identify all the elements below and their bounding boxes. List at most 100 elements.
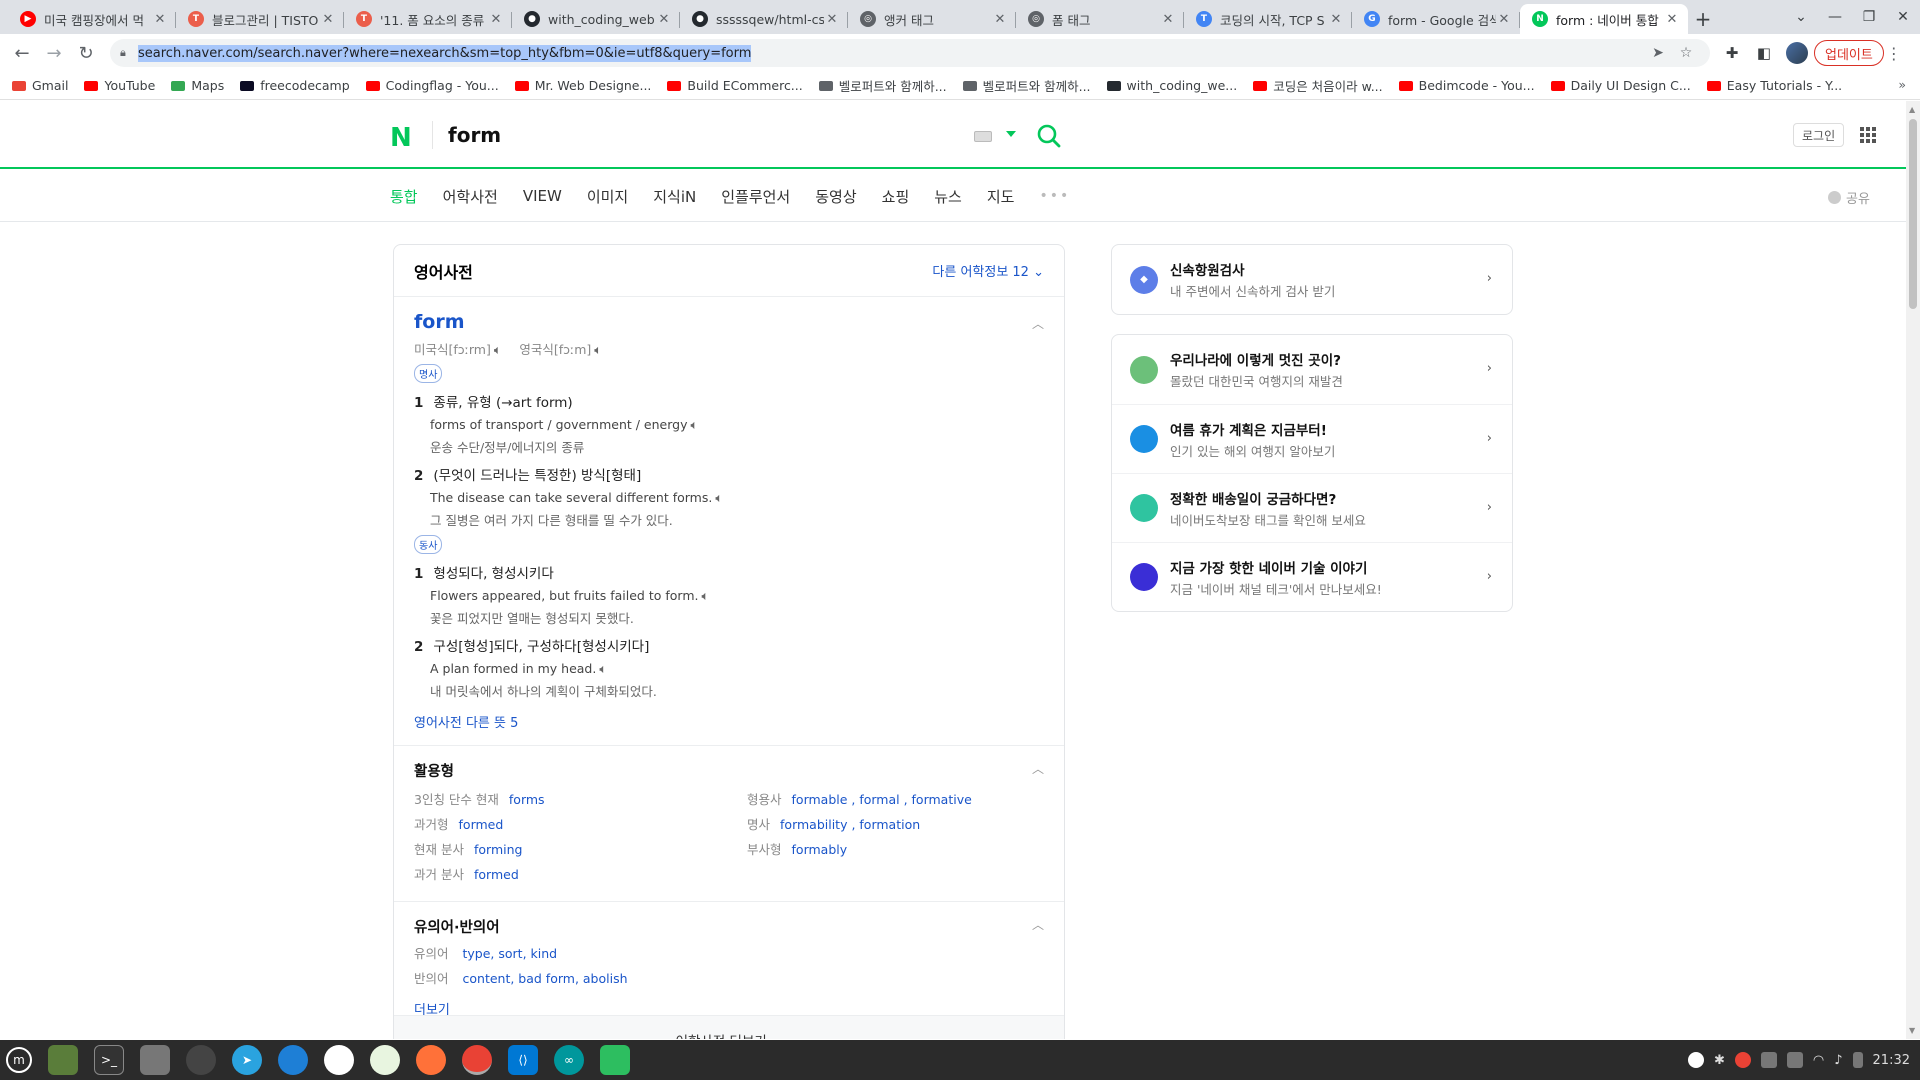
new-tab-icon[interactable]: +	[1688, 4, 1718, 34]
speaker-icon[interactable]: 🔈︎	[594, 342, 602, 358]
tab-close-icon[interactable]: ✕	[1160, 12, 1176, 27]
search-tab[interactable]: 이미지	[587, 186, 628, 207]
collapse-synonyms-icon[interactable]: ︿	[1032, 916, 1044, 933]
browser-tab[interactable]: ◎ 앵커 태그 ✕	[848, 4, 1016, 34]
tab-close-icon[interactable]: ✕	[992, 12, 1008, 27]
reload-icon[interactable]: ↻	[70, 37, 102, 69]
inflection-value[interactable]: formable , formal , formative	[792, 792, 972, 807]
inflection-value[interactable]: forms	[509, 792, 545, 807]
speaker-icon[interactable]: 🔈︎	[690, 417, 698, 433]
bookmark-item[interactable]: Mr. Web Designe...	[514, 78, 651, 93]
inflection-value[interactable]: formably	[792, 842, 848, 857]
bluetooth-icon[interactable]: ✱	[1714, 1053, 1725, 1068]
search-tab[interactable]: 통합	[390, 186, 418, 207]
search-tab[interactable]: VIEW	[523, 187, 562, 205]
tab-close-icon[interactable]: ✕	[320, 12, 336, 27]
leaf-app-icon[interactable]	[370, 1045, 400, 1075]
rapid-test-item[interactable]: ◆ 신속항원검사 내 주변에서 신속하게 검사 받기 ›	[1112, 245, 1512, 314]
clock[interactable]: 21:32	[1873, 1053, 1910, 1068]
rapid-test-card[interactable]: ◆ 신속항원검사 내 주변에서 신속하게 검사 받기 ›	[1111, 244, 1513, 315]
browser-tab[interactable]: Nform : 네이버 통합 ✕	[1520, 4, 1688, 34]
evernote-icon[interactable]	[600, 1045, 630, 1075]
inflection-value[interactable]: formed	[459, 817, 504, 832]
bookmark-item[interactable]: Maps	[171, 78, 224, 93]
search-tab[interactable]: 동영상	[815, 186, 856, 207]
wifi-icon[interactable]: ◠	[1813, 1053, 1824, 1068]
url-text[interactable]: search.naver.com/search.naver?where=nexe…	[138, 44, 1644, 62]
browser-tab[interactable]: T 코딩의 시작, TCP S ✕	[1184, 4, 1352, 34]
bookmark-item[interactable]: with_coding_we...	[1106, 78, 1237, 93]
address-bar[interactable]: 🔒︎ search.naver.com/search.naver?where=n…	[110, 39, 1710, 67]
side-panel-icon[interactable]: ◧	[1748, 44, 1780, 62]
search-tab[interactable]: 뉴스	[934, 186, 962, 207]
send-icon[interactable]: ➤	[1644, 45, 1672, 61]
profile-avatar[interactable]	[1786, 42, 1808, 64]
tab-search-icon[interactable]: ⌄	[1784, 9, 1818, 25]
login-button[interactable]: 로그인	[1793, 123, 1845, 147]
extensions-icon[interactable]: ✚	[1716, 44, 1748, 62]
more-dictionary-button[interactable]: 어학사전 더보기 →	[394, 1015, 1064, 1039]
bookmark-star-icon[interactable]: ☆	[1672, 45, 1700, 61]
more-senses-link[interactable]: 영어사전 다른 뜻 5	[414, 712, 1044, 745]
search-input[interactable]: form	[448, 123, 501, 147]
tab-close-icon[interactable]: ✕	[488, 12, 504, 27]
search-icon[interactable]	[1036, 123, 1062, 149]
scroll-down-icon[interactable]: ▼	[1909, 1026, 1915, 1035]
bookmark-item[interactable]: Bedimcode - You...	[1398, 78, 1535, 93]
restore-icon[interactable]: ❐	[1852, 9, 1886, 25]
synonym-values[interactable]: type, sort, kind	[463, 946, 558, 961]
browser-tab[interactable]: T 블로그관리 | TISTO ✕	[176, 4, 344, 34]
vscode-icon[interactable]: ⟨⟩	[508, 1045, 538, 1075]
obs-icon[interactable]	[186, 1045, 216, 1075]
shield-icon[interactable]	[1786, 1052, 1803, 1068]
lock-icon[interactable]: 🔒︎	[120, 46, 138, 60]
inflection-value[interactable]: formed	[474, 867, 519, 882]
speaker-icon[interactable]: 🔈︎	[701, 588, 709, 604]
promo-item[interactable]: 여름 휴가 계획은 지금부터! 인기 있는 해외 여행지 알아보기 ›	[1112, 404, 1512, 473]
search-tab[interactable]: 인플루언서	[721, 186, 790, 207]
battery-icon[interactable]	[1852, 1052, 1863, 1068]
promo-item[interactable]: 정확한 배송일이 궁금하다면? 네이버도착보장 태그를 확인해 보세요 ›	[1112, 473, 1512, 542]
speaker-icon[interactable]: 🔈︎	[494, 342, 502, 358]
keyboard-icon[interactable]	[974, 131, 992, 142]
promo-item[interactable]: 우리나라에 이렇게 멋진 곳이? 몰랐던 대한민국 여행지의 재발견 ›	[1112, 335, 1512, 404]
tab-close-icon[interactable]: ✕	[824, 12, 840, 27]
bookmark-item[interactable]: YouTube	[84, 78, 155, 93]
bookmark-item[interactable]: Daily UI Design C...	[1550, 78, 1691, 93]
bookmark-item[interactable]: 벨로퍼트와 함께하...	[818, 76, 947, 95]
chrome-menu-icon[interactable]: ⋮	[1884, 44, 1904, 63]
apps-grid-icon[interactable]	[1860, 127, 1876, 143]
firefox-icon[interactable]	[416, 1045, 446, 1075]
tab-close-icon[interactable]: ✕	[1496, 12, 1512, 27]
tab-close-icon[interactable]: ✕	[1328, 12, 1344, 27]
update-button[interactable]: 업데이트	[1814, 40, 1884, 66]
close-window-icon[interactable]: ✕	[1886, 9, 1920, 25]
show-desktop-icon[interactable]	[48, 1045, 78, 1075]
telegram-icon[interactable]: ➤	[232, 1045, 262, 1075]
naver-logo[interactable]: N	[390, 123, 412, 153]
tab-close-icon[interactable]: ✕	[152, 12, 168, 27]
more-tabs-icon[interactable]: •••	[1039, 188, 1070, 204]
share-button[interactable]: 공유	[1828, 188, 1870, 207]
antonym-values[interactable]: content, bad form, abolish	[463, 971, 628, 986]
app-icon[interactable]	[324, 1045, 354, 1075]
search-tab[interactable]: 쇼핑	[882, 186, 910, 207]
more-dictionary-info-link[interactable]: 다른 어학정보 12 ⌄	[932, 261, 1044, 280]
browser-tab[interactable]: ● sssssqew/html-cs ✕	[680, 4, 848, 34]
clipboard-icon[interactable]	[1760, 1052, 1777, 1068]
collapse-inflections-icon[interactable]: ︿	[1032, 760, 1044, 777]
inflection-value[interactable]: formability , formation	[780, 817, 920, 832]
tab-close-icon[interactable]: ✕	[656, 12, 672, 27]
promo-item[interactable]: 지금 가장 핫한 네이버 기술 이야기 지금 '네이버 채널 테크'에서 만나보세…	[1112, 542, 1512, 611]
bookmark-item[interactable]: Easy Tutorials - Y...	[1706, 78, 1842, 93]
browser-tab[interactable]: ◎ 폼 태그 ✕	[1016, 4, 1184, 34]
chrome-tray-icon[interactable]	[1734, 1052, 1751, 1068]
speaker-icon[interactable]: 🔈︎	[715, 490, 723, 506]
volume-icon[interactable]: ♪	[1834, 1053, 1842, 1068]
mint-menu-icon[interactable]: m	[6, 1047, 32, 1073]
browser-tab[interactable]: Gform - Google 검색 ✕	[1352, 4, 1520, 34]
arduino-icon[interactable]: ∞	[554, 1045, 584, 1075]
autocomplete-arrow-icon[interactable]	[1006, 131, 1016, 137]
search-tab[interactable]: 지식iN	[653, 186, 696, 207]
search-tab[interactable]: 어학사전	[443, 186, 498, 207]
